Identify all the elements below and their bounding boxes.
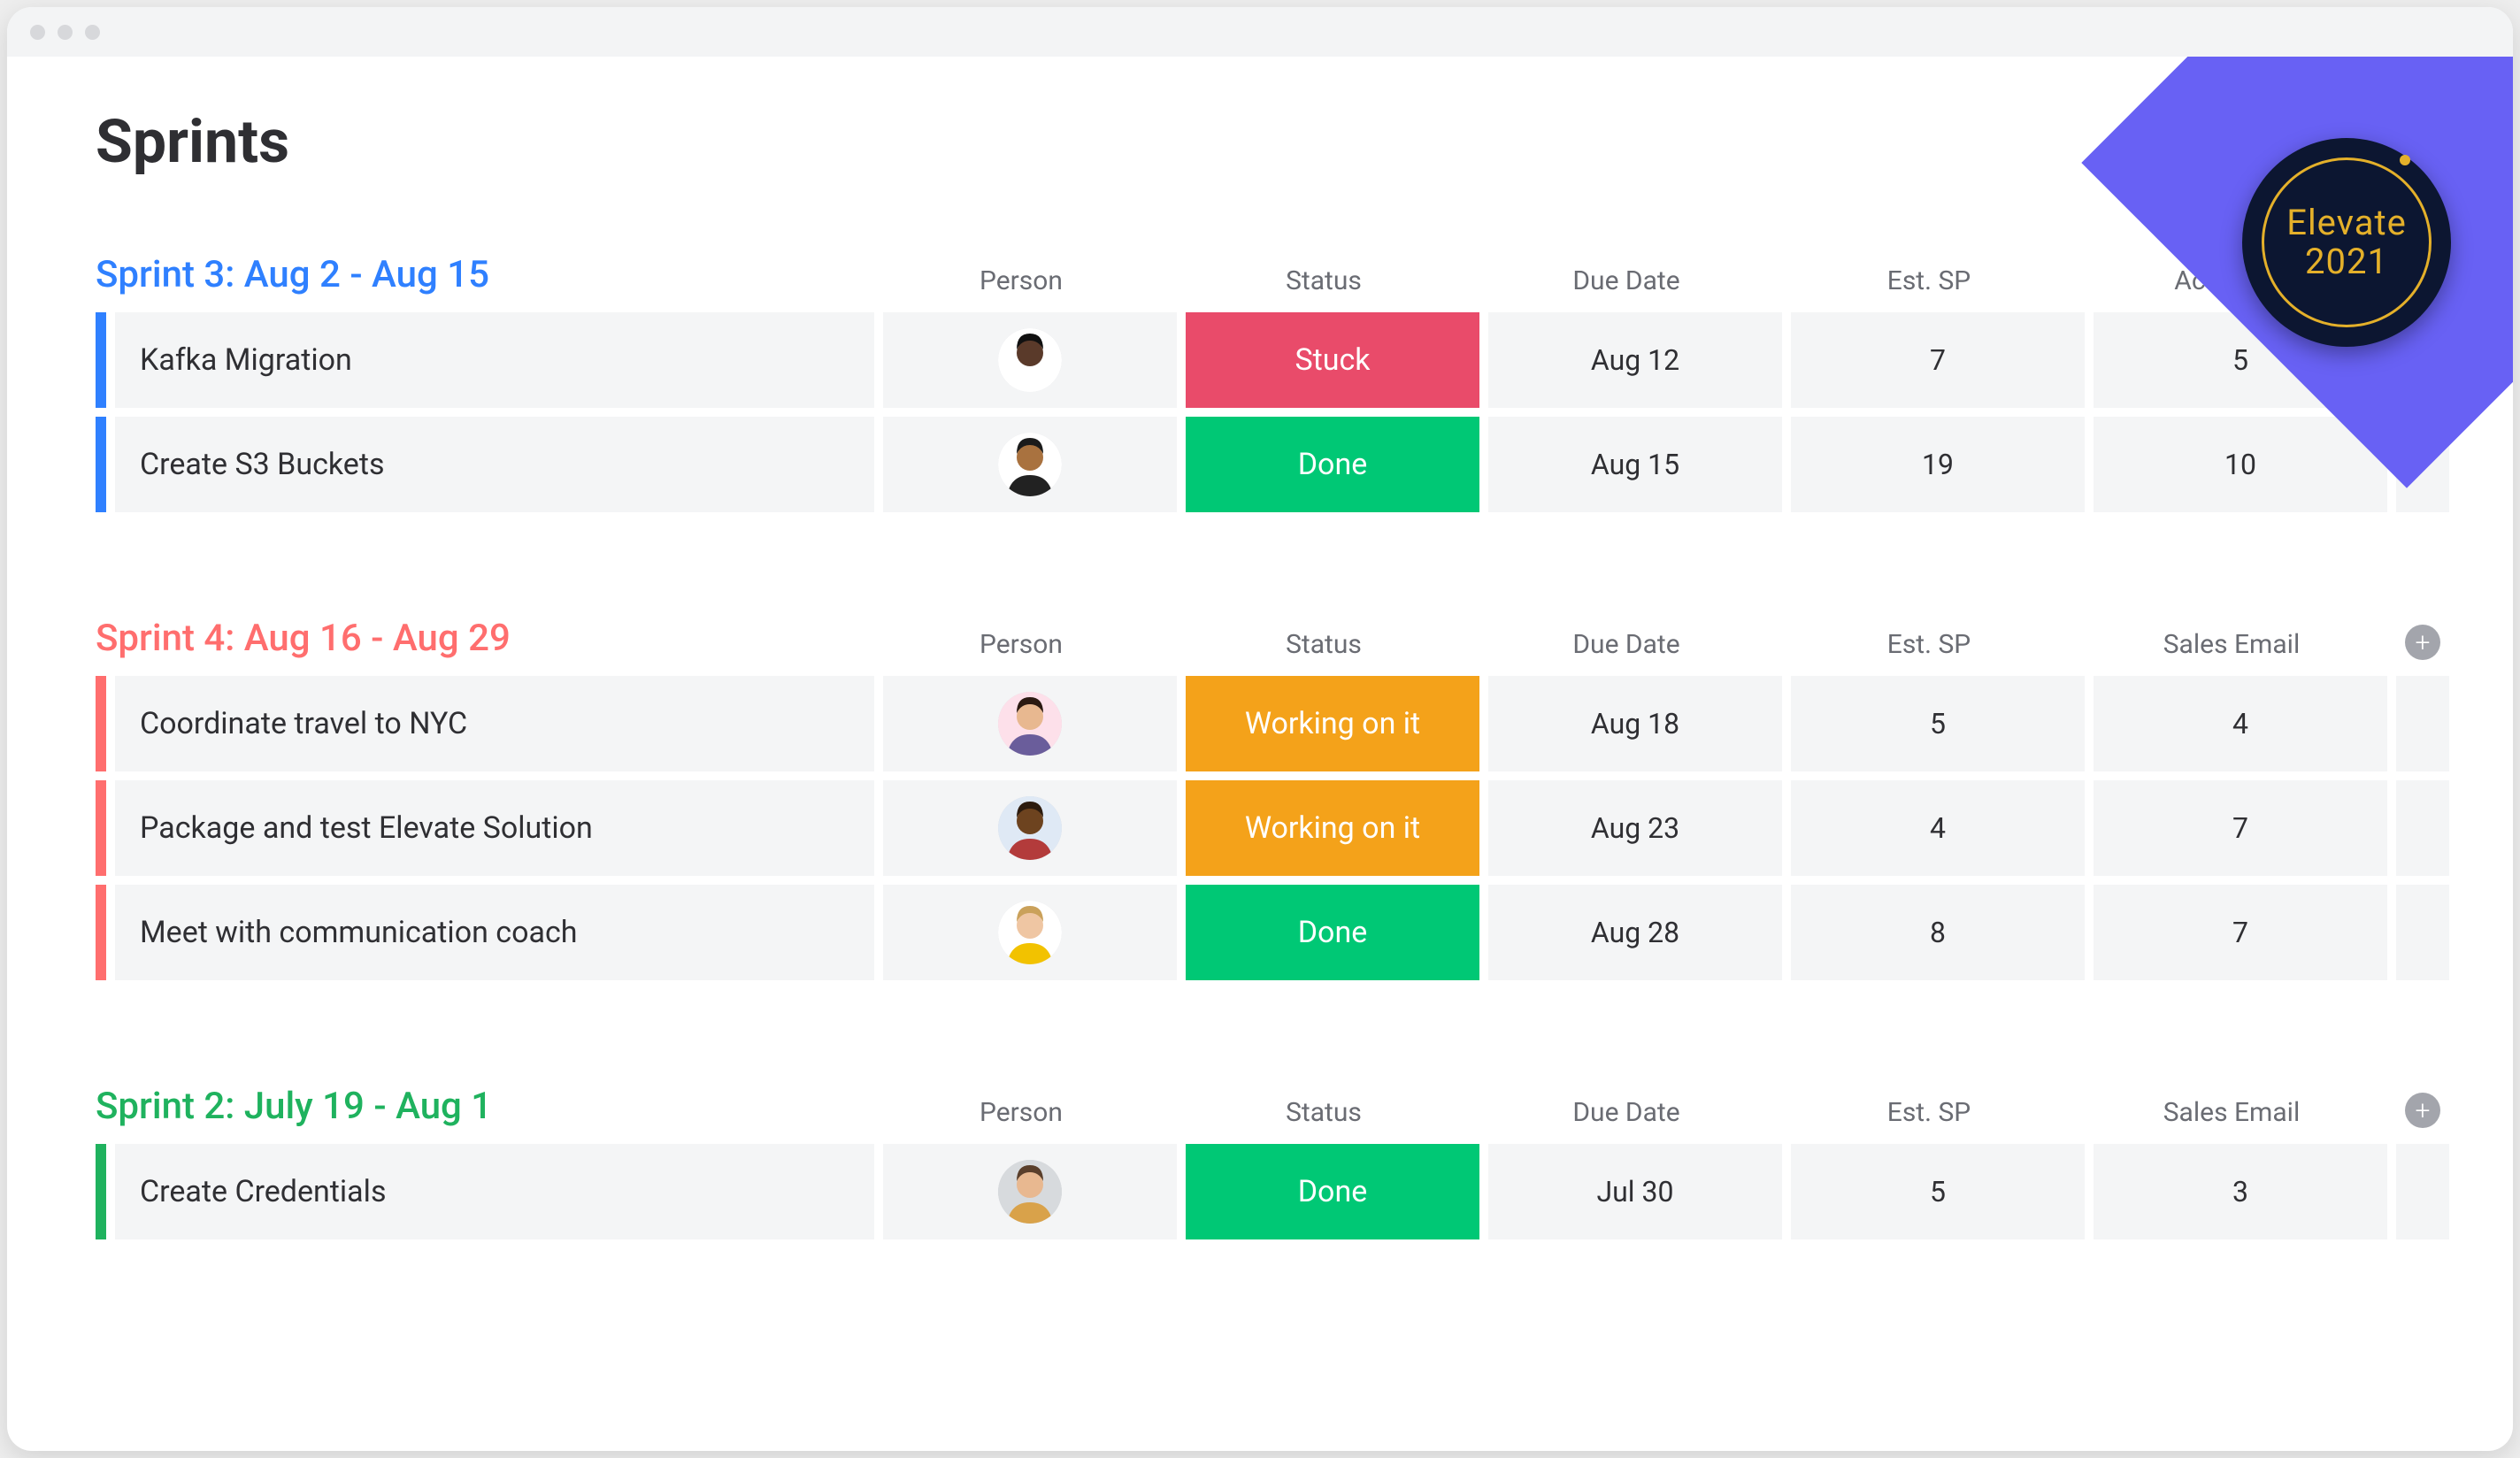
traffic-light-dot — [85, 25, 100, 40]
sprint-group: Sprint 2: July 19 - Aug 1 Person Status Due… — [96, 1085, 2424, 1239]
person-cell[interactable] — [883, 780, 1177, 876]
last-col-cell[interactable]: 3 — [2094, 1144, 2387, 1239]
page-title: Sprints — [96, 106, 2424, 177]
last-col-cell[interactable]: 7 — [2094, 780, 2387, 876]
due-date-cell[interactable]: Aug 12 — [1488, 312, 1782, 408]
column-header[interactable]: Status — [1177, 1097, 1471, 1128]
task-name-cell[interactable]: Meet with communication coach — [115, 885, 874, 980]
est-sp-cell[interactable]: 4 — [1791, 780, 2085, 876]
task-name-cell[interactable]: Create S3 Buckets — [115, 417, 874, 512]
mac-titlebar — [7, 7, 2513, 57]
column-header[interactable]: Person — [874, 265, 1168, 296]
avatar — [998, 796, 1062, 860]
plus-icon: + — [2416, 1095, 2431, 1126]
avatar — [998, 1160, 1062, 1224]
due-date-cell[interactable]: Aug 15 — [1488, 417, 1782, 512]
last-col-cell[interactable]: 7 — [2094, 885, 2387, 980]
avatar — [998, 901, 1062, 964]
avatar — [998, 692, 1062, 756]
est-sp-cell[interactable]: 19 — [1791, 417, 2085, 512]
status-cell[interactable]: Stuck — [1186, 312, 1479, 408]
avatar — [998, 328, 1062, 392]
row-trailing-cell — [2396, 780, 2449, 876]
column-header[interactable]: Person — [874, 629, 1168, 660]
sprint-header: Sprint 2: July 19 - Aug 1 Person Status Due… — [96, 1085, 2424, 1128]
row-accent — [96, 780, 106, 876]
table-row[interactable]: Package and test Elevate Solution Workin… — [96, 780, 2424, 876]
due-date-cell[interactable]: Jul 30 — [1488, 1144, 1782, 1239]
row-accent — [96, 676, 106, 771]
traffic-light-dot — [30, 25, 45, 40]
est-sp-cell[interactable]: 8 — [1791, 885, 2085, 980]
row-accent — [96, 1144, 106, 1239]
column-header[interactable]: Status — [1177, 265, 1471, 296]
sprint-group: Sprint 3: Aug 2 - Aug 15 Person Status Due … — [96, 253, 2424, 512]
column-header[interactable]: Est. SP — [1782, 1097, 2076, 1128]
row-trailing-cell — [2396, 676, 2449, 771]
traffic-light-dot — [58, 25, 73, 40]
badge-ring-icon — [2262, 157, 2432, 327]
table-row[interactable]: Create Credentials DoneJul 3053 — [96, 1144, 2424, 1239]
table-row[interactable]: Meet with communication coach DoneAug 28… — [96, 885, 2424, 980]
column-header[interactable]: Due Date — [1479, 629, 1773, 660]
sprint-rows: Create Credentials DoneJul 3053 — [96, 1144, 2424, 1239]
avatar — [998, 433, 1062, 496]
add-column-button[interactable]: + — [2405, 1093, 2440, 1128]
column-header[interactable]: Sales Email — [2085, 1097, 2378, 1128]
task-name-cell[interactable]: Create Credentials — [115, 1144, 874, 1239]
table-row[interactable]: Create S3 Buckets DoneAug 151910 — [96, 417, 2424, 512]
sprint-group: Sprint 4: Aug 16 - Aug 29 Person Status Due… — [96, 617, 2424, 980]
person-cell[interactable] — [883, 676, 1177, 771]
due-date-cell[interactable]: Aug 23 — [1488, 780, 1782, 876]
person-cell[interactable] — [883, 312, 1177, 408]
person-cell[interactable] — [883, 417, 1177, 512]
table-row[interactable]: Kafka Migration StuckAug 1275 — [96, 312, 2424, 408]
last-col-cell[interactable]: 10 — [2094, 417, 2387, 512]
sprint-title[interactable]: Sprint 3: Aug 2 - Aug 15 — [96, 253, 865, 296]
column-header[interactable]: Due Date — [1479, 265, 1773, 296]
sprint-title[interactable]: Sprint 2: July 19 - Aug 1 — [96, 1085, 865, 1128]
status-cell[interactable]: Done — [1186, 885, 1479, 980]
elevate-badge: Elevate 2021 — [2242, 138, 2451, 347]
row-accent — [96, 417, 106, 512]
status-cell[interactable]: Working on it — [1186, 676, 1479, 771]
row-trailing-cell — [2396, 1144, 2449, 1239]
est-sp-cell[interactable]: 5 — [1791, 1144, 2085, 1239]
row-trailing-cell — [2396, 885, 2449, 980]
app-window: Elevate 2021 Sprints Sprint 3: Aug 2 - A… — [7, 7, 2513, 1451]
sprint-rows: Coordinate travel to NYC Working on itAu… — [96, 676, 2424, 980]
est-sp-cell[interactable]: 5 — [1791, 676, 2085, 771]
page-content: Elevate 2021 Sprints Sprint 3: Aug 2 - A… — [7, 57, 2513, 1451]
add-column-button[interactable]: + — [2405, 625, 2440, 660]
row-accent — [96, 885, 106, 980]
person-cell[interactable] — [883, 885, 1177, 980]
person-cell[interactable] — [883, 1144, 1177, 1239]
status-cell[interactable]: Done — [1186, 417, 1479, 512]
status-cell[interactable]: Done — [1186, 1144, 1479, 1239]
column-header[interactable]: Est. SP — [1782, 629, 2076, 660]
column-header[interactable]: Sales Email — [2085, 629, 2378, 660]
task-name-cell[interactable]: Coordinate travel to NYC — [115, 676, 874, 771]
due-date-cell[interactable]: Aug 28 — [1488, 885, 1782, 980]
last-col-cell[interactable]: 4 — [2094, 676, 2387, 771]
sprint-header: Sprint 4: Aug 16 - Aug 29 Person Status Due… — [96, 617, 2424, 660]
task-name-cell[interactable]: Kafka Migration — [115, 312, 874, 408]
sprint-header: Sprint 3: Aug 2 - Aug 15 Person Status Due … — [96, 253, 2424, 296]
column-header[interactable]: Status — [1177, 629, 1471, 660]
est-sp-cell[interactable]: 7 — [1791, 312, 2085, 408]
due-date-cell[interactable]: Aug 18 — [1488, 676, 1782, 771]
sprint-title[interactable]: Sprint 4: Aug 16 - Aug 29 — [96, 617, 865, 660]
column-header[interactable]: Person — [874, 1097, 1168, 1128]
column-header[interactable]: Due Date — [1479, 1097, 1773, 1128]
plus-icon: + — [2416, 627, 2431, 658]
sprint-rows: Kafka Migration StuckAug 1275Create S3 B… — [96, 312, 2424, 512]
column-header[interactable]: Est. SP — [1782, 265, 2076, 296]
table-row[interactable]: Coordinate travel to NYC Working on itAu… — [96, 676, 2424, 771]
task-name-cell[interactable]: Package and test Elevate Solution — [115, 780, 874, 876]
status-cell[interactable]: Working on it — [1186, 780, 1479, 876]
row-accent — [96, 312, 106, 408]
